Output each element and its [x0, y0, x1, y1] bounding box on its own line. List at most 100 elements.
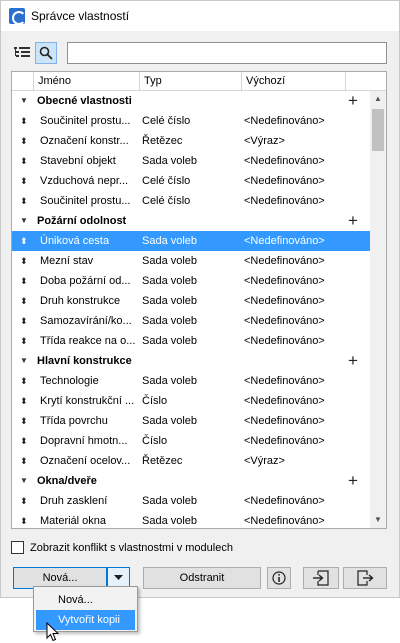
cell-default: <Nedefinováno>	[244, 155, 325, 167]
cell-default: <Nedefinováno>	[244, 495, 325, 507]
property-manager-window: Správce vlastností Jméno Typ Výchozí ▼ O…	[0, 0, 400, 598]
cell-name: Označení ocelov...	[40, 455, 131, 467]
import-button[interactable]	[303, 567, 339, 589]
sort-icon[interactable]: ⬍	[20, 491, 28, 511]
group-row[interactable]: ▼ Hlavní konstrukce +	[12, 351, 370, 371]
sort-icon[interactable]: ⬍	[20, 331, 28, 351]
cell-default: <Výraz>	[244, 455, 285, 467]
cell-type: Řetězec	[142, 135, 183, 147]
header-name[interactable]: Jméno	[34, 72, 140, 91]
search-button[interactable]	[35, 42, 57, 64]
menu-item-new[interactable]: Nová...	[36, 590, 135, 610]
sort-icon[interactable]: ⬍	[20, 271, 28, 291]
table-row[interactable]: ⬍ Druh konstrukce Sada voleb <Nedefinováno>	[12, 291, 370, 311]
window-title: Správce vlastností	[31, 9, 130, 23]
cell-default: <Nedefinováno>	[244, 395, 325, 407]
table-row[interactable]: ⬍ Technologie Sada voleb <Nedefinováno>	[12, 371, 370, 391]
table-row[interactable]: ⬍ Označení konstr... Řetězec <Výraz>	[12, 131, 370, 151]
expand-triangle-icon[interactable]: ▼	[20, 471, 28, 491]
sort-icon[interactable]: ⬍	[20, 431, 28, 451]
search-icon	[39, 46, 53, 60]
table-row[interactable]: ⬍ Materiál okna Sada voleb <Nedefinováno>	[12, 511, 370, 528]
cell-type: Sada voleb	[142, 495, 198, 507]
sort-icon[interactable]: ⬍	[20, 171, 28, 191]
sort-icon[interactable]: ⬍	[20, 231, 28, 251]
cell-default: <Nedefinováno>	[244, 295, 325, 307]
scroll-thumb[interactable]	[372, 109, 384, 151]
header-default[interactable]: Výchozí	[242, 72, 346, 91]
cell-name: Součinitel prostu...	[40, 195, 131, 207]
search-input[interactable]	[67, 42, 387, 64]
table-row[interactable]: ⬍ Třída povrchu Sada voleb <Nedefinováno>	[12, 411, 370, 431]
conflict-option[interactable]: Zobrazit konflikt s vlastnostmi v module…	[11, 541, 233, 554]
group-row[interactable]: ▼ Okna/dveře +	[12, 471, 370, 491]
cell-name: Třída reakce na o...	[40, 335, 136, 347]
group-row[interactable]: ▼ Požární odolnost +	[12, 211, 370, 231]
table-row[interactable]: ⬍ Stavební objekt Sada voleb <Nedefinováno>	[12, 151, 370, 171]
cell-type: Sada voleb	[142, 295, 198, 307]
cell-name: Druh konstrukce	[40, 295, 121, 307]
sort-icon[interactable]: ⬍	[20, 411, 28, 431]
cell-type: Řetězec	[142, 455, 183, 467]
sort-icon[interactable]: ⬍	[20, 311, 28, 331]
group-name: Hlavní konstrukce	[37, 355, 132, 367]
table-row[interactable]: ⬍ Úniková cesta Sada voleb <Nedefinováno>	[12, 231, 370, 251]
table-row[interactable]: ⬍ Součinitel prostu... Celé číslo <Nedefino…	[12, 191, 370, 211]
table-body: ▼ Obecné vlastnosti + ⬍ Součinitel prostu...…	[12, 91, 370, 528]
table-row[interactable]: ⬍ Třída reakce na o... Sada voleb <Nedefino…	[12, 331, 370, 351]
add-icon[interactable]: +	[348, 351, 358, 370]
cell-type: Sada voleb	[142, 275, 198, 287]
table-row[interactable]: ⬍ Mezní stav Sada voleb <Nedefinováno>	[12, 251, 370, 271]
app-icon	[9, 8, 26, 25]
scroll-down-arrow-icon[interactable]: ▼	[370, 512, 386, 528]
property-table: Jméno Typ Výchozí ▼ Obecné vlastnosti + ⬍ So…	[11, 71, 387, 529]
conflict-checkbox[interactable]	[11, 541, 24, 554]
table-row[interactable]: ⬍ Součinitel prostu... Celé číslo <Nedefino…	[12, 111, 370, 131]
sort-icon[interactable]: ⬍	[20, 391, 28, 411]
header-type[interactable]: Typ	[140, 72, 242, 91]
export-button[interactable]	[343, 567, 387, 589]
table-row[interactable]: ⬍ Vzduchová nepr... Celé číslo <Nedefinován…	[12, 171, 370, 191]
cell-name: Druh zasklení	[40, 495, 108, 507]
expand-triangle-icon[interactable]: ▼	[20, 351, 28, 371]
cell-type: Celé číslo	[142, 115, 191, 127]
vertical-scrollbar[interactable]: ▲ ▼	[370, 91, 386, 528]
expand-triangle-icon[interactable]: ▼	[20, 211, 28, 231]
cell-default: <Nedefinováno>	[244, 335, 325, 347]
info-button[interactable]	[267, 567, 291, 589]
sort-icon[interactable]: ⬍	[20, 511, 28, 528]
cell-default: <Nedefinováno>	[244, 515, 325, 527]
scroll-up-arrow-icon[interactable]: ▲	[370, 91, 386, 107]
cell-type: Celé číslo	[142, 195, 191, 207]
sort-icon[interactable]: ⬍	[20, 191, 28, 211]
table-row[interactable]: ⬍ Doba požární od... Sada voleb <Nedefinová…	[12, 271, 370, 291]
add-icon[interactable]: +	[348, 91, 358, 110]
cell-type: Číslo	[142, 435, 168, 447]
sort-icon[interactable]: ⬍	[20, 111, 28, 131]
expand-triangle-icon[interactable]: ▼	[20, 91, 28, 111]
group-row[interactable]: ▼ Obecné vlastnosti +	[12, 91, 370, 111]
sort-icon[interactable]: ⬍	[20, 371, 28, 391]
group-name: Obecné vlastnosti	[37, 95, 132, 107]
tree-view-icon	[14, 47, 30, 57]
table-row[interactable]: ⬍ Krytí konstrukční ... Číslo <Nedefinováno…	[12, 391, 370, 411]
cell-type: Sada voleb	[142, 315, 198, 327]
sort-icon[interactable]: ⬍	[20, 151, 28, 171]
sort-icon[interactable]: ⬍	[20, 131, 28, 151]
table-row[interactable]: ⬍ Označení ocelov... Řetězec <Výraz>	[12, 451, 370, 471]
title-bar: Správce vlastností	[1, 1, 399, 31]
table-row[interactable]: ⬍ Samozavírání/ko... Sada voleb <Nedefinová…	[12, 311, 370, 331]
add-icon[interactable]: +	[348, 471, 358, 490]
sort-icon[interactable]: ⬍	[20, 451, 28, 471]
mouse-cursor-icon	[46, 622, 60, 642]
add-icon[interactable]: +	[348, 211, 358, 230]
sort-icon[interactable]: ⬍	[20, 291, 28, 311]
tree-view-button[interactable]	[11, 42, 33, 64]
table-row[interactable]: ⬍ Dopravní hmotn... Číslo <Nedefinováno>	[12, 431, 370, 451]
cell-name: Vzduchová nepr...	[40, 175, 129, 187]
table-header: Jméno Typ Výchozí	[12, 72, 386, 91]
table-row[interactable]: ⬍ Druh zasklení Sada voleb <Nedefinováno>	[12, 491, 370, 511]
sort-icon[interactable]: ⬍	[20, 251, 28, 271]
remove-button[interactable]: Odstranit	[143, 567, 261, 589]
cell-type: Sada voleb	[142, 415, 198, 427]
